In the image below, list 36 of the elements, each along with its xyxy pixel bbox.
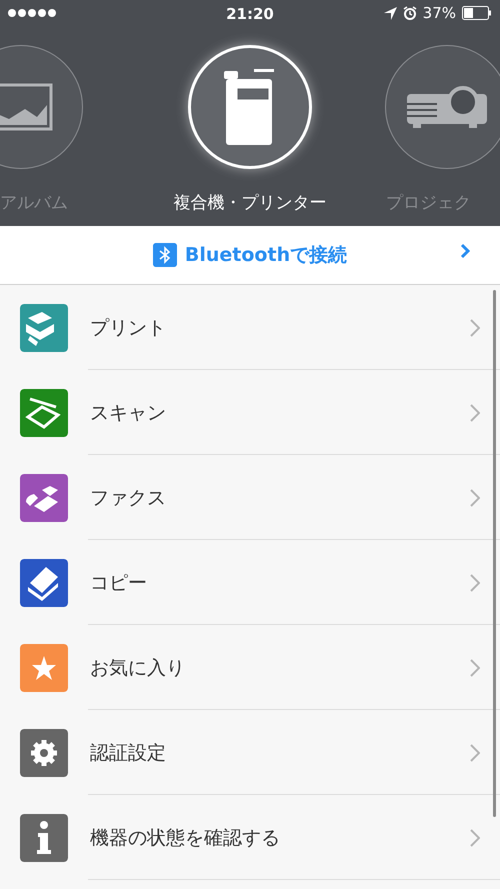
battery-percent: 37%	[422, 4, 456, 22]
chevron-right-icon	[470, 574, 480, 592]
chevron-right-icon	[470, 744, 480, 762]
menu-label: コピー	[90, 570, 148, 596]
chevron-right-icon	[470, 828, 480, 846]
location-arrow-icon	[384, 6, 397, 20]
menu-label: 機器の状態を確認する	[90, 826, 281, 850]
chevron-right-icon	[470, 488, 480, 506]
picture-frame-icon	[0, 83, 53, 131]
alarm-clock-icon	[402, 6, 417, 20]
battery-icon	[462, 6, 492, 20]
device-label: プロジェク	[386, 192, 471, 214]
device-label: アルバム	[0, 192, 68, 214]
menu-item[interactable]: ファクス	[0, 455, 500, 540]
printer-icon	[224, 69, 276, 145]
menu-label: 認証設定	[90, 740, 167, 766]
menu-item[interactable]: スキャン	[0, 370, 500, 455]
projector-icon	[407, 84, 487, 130]
menu-label: ファクス	[90, 486, 167, 510]
chevron-right-icon	[470, 658, 480, 676]
menu-item[interactable]: コピー	[0, 540, 500, 625]
menu-label: スキャン	[90, 400, 167, 426]
menu-label: プリント	[90, 316, 167, 340]
bluetooth-label: Bluetoothで接続	[184, 243, 348, 268]
device-label: 複合機・プリンター	[174, 192, 326, 214]
menu-item[interactable]: プリント	[0, 285, 500, 370]
signal-icon	[8, 9, 56, 17]
menu-item[interactable]: 認証設定	[0, 710, 500, 795]
status-time: 21:20	[226, 5, 274, 23]
menu-label: お気に入り	[90, 656, 186, 680]
bluetooth-icon	[152, 243, 177, 267]
menu-item[interactable]: 機器の状態を確認する	[0, 795, 500, 880]
chevron-right-icon	[470, 318, 480, 336]
chevron-right-icon	[460, 243, 470, 259]
menu-item[interactable]: お気に入り	[0, 625, 500, 710]
chevron-right-icon	[470, 404, 480, 422]
